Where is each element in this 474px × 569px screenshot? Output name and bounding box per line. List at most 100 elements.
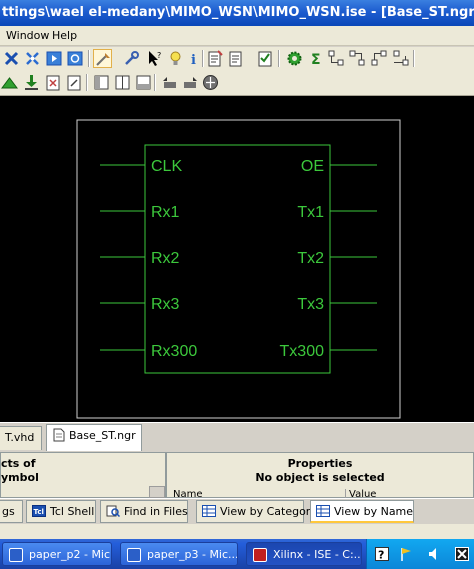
toolbar-separator (88, 50, 90, 67)
toolbar-separator (278, 50, 280, 67)
menu-window[interactable]: Window (6, 29, 49, 42)
svg-text:Σ: Σ (311, 52, 321, 68)
flag-icon[interactable] (399, 546, 413, 562)
port-label-right: Tx2 (297, 250, 324, 267)
xilinx-icon (253, 548, 267, 562)
port-label-left: Rx300 (151, 343, 197, 360)
checklist-icon[interactable] (256, 49, 275, 68)
audio-icon[interactable] (427, 546, 441, 562)
toolbar-separator (86, 74, 88, 91)
windows-taskbar: paper_p2 - Mic... paper_p3 - Mic... Xili… (0, 539, 474, 569)
tab-view-by-category[interactable]: View by Category (196, 500, 317, 523)
download-icon[interactable] (22, 73, 41, 92)
toolbar-separator (154, 74, 156, 91)
x-icon[interactable] (455, 546, 469, 562)
tab-tcl-shell[interactable]: Tcl Tcl Shell (26, 500, 96, 523)
tile-bottom-icon[interactable] (134, 73, 153, 92)
properties-title: Properties (287, 457, 353, 470)
window-title: ttings\wael el-medany\MIMO_WSN\MIMO_WSN.… (2, 5, 474, 20)
taskbar-button-paper-p2[interactable]: paper_p2 - Mic... (2, 542, 112, 566)
tab-label: View by Category (220, 505, 317, 518)
upload-icon[interactable] (0, 73, 19, 92)
tab-label: Tcl Shell (50, 505, 95, 518)
menu-help[interactable]: Help (52, 29, 77, 42)
taskbar-button-xilinx-ise[interactable]: Xilinx - ISE - C:... (246, 542, 362, 566)
hierarchy-pop-icon[interactable] (392, 49, 411, 68)
menu-bar: Window Help (0, 26, 474, 46)
panel-heading-line-2: ymbol (1, 471, 39, 484)
port-label-left: Rx1 (151, 204, 180, 221)
status-area (0, 524, 474, 539)
objects-panel: cts of ymbol (0, 452, 166, 498)
tab-logs[interactable]: gs (0, 500, 23, 523)
file-icon (53, 428, 65, 442)
scrollbar[interactable] (149, 486, 165, 498)
console-tab-strip: gs Tcl Tcl Shell Find in Files View by C… (0, 498, 474, 524)
tab-label: Find in Files (124, 505, 188, 518)
taskbar-button-paper-p3[interactable]: paper_p3 - Mic... (120, 542, 238, 566)
tab-label: T.vhd (5, 431, 35, 444)
document-edit-icon[interactable] (206, 49, 225, 68)
table-icon (202, 503, 216, 517)
properties-panel: Properties No object is selected Name Va… (166, 452, 474, 499)
hierarchy-down-icon[interactable] (348, 49, 367, 68)
port-label-right: Tx3 (297, 296, 324, 313)
port-label-left: Rx3 (151, 296, 180, 313)
select-help-icon[interactable]: ? (145, 49, 164, 68)
word-icon (9, 548, 23, 562)
tab-base-st-ngr[interactable]: Base_ST.ngr (46, 424, 142, 451)
table-icon (316, 503, 330, 517)
svg-text:?: ? (378, 549, 384, 562)
document-list-icon[interactable] (226, 49, 245, 68)
word-icon (127, 548, 141, 562)
tab-label: View by Name (334, 505, 414, 518)
pointer-tool-icon[interactable] (93, 49, 112, 68)
toolbar-separator (413, 50, 415, 67)
system-tray: ? (366, 539, 474, 569)
toolbar-top: ? i Σ (0, 47, 474, 71)
tab-find-in-files[interactable]: Find in Files (100, 500, 188, 523)
window-title-bar[interactable]: ttings\wael el-medany\MIMO_WSN\MIMO_WSN.… (0, 0, 474, 26)
schematic-symbol[interactable]: CLK Rx1 Rx2 Rx3 Rx300 OE Tx1 Tx2 Tx3 Tx300 (0, 96, 474, 422)
port-label-right: Tx1 (297, 204, 324, 221)
wrench-icon[interactable] (122, 49, 141, 68)
document-tab-strip: T.vhd Base_ST.ngr (0, 422, 474, 452)
cross-icon[interactable] (23, 49, 42, 68)
move-right-icon[interactable] (181, 73, 200, 92)
compare-icon[interactable] (44, 73, 63, 92)
tile-left-icon[interactable] (92, 73, 111, 92)
port-label-right: Tx300 (280, 343, 325, 360)
play-icon[interactable] (45, 49, 64, 68)
tab-label: gs (2, 505, 15, 518)
svg-text:?: ? (157, 51, 161, 60)
lightbulb-icon[interactable] (166, 49, 185, 68)
refresh-icon[interactable] (66, 49, 85, 68)
taskbar-label: paper_p3 - Mic... (147, 548, 238, 561)
toolbar-bottom (0, 71, 474, 96)
hierarchy-push-icon[interactable] (370, 49, 389, 68)
tab-label: Base_ST.ngr (69, 429, 136, 442)
gear-icon[interactable] (285, 49, 304, 68)
schematic-canvas[interactable]: CLK Rx1 Rx2 Rx3 Rx300 OE Tx1 Tx2 Tx3 Tx300 (0, 96, 474, 422)
tcl-icon: Tcl (32, 503, 46, 517)
svg-text:Tcl: Tcl (34, 508, 44, 516)
hierarchy-icon[interactable] (327, 49, 346, 68)
help-icon[interactable]: ? (375, 546, 389, 562)
tile-split-icon[interactable] (113, 73, 132, 92)
web-help-icon[interactable] (201, 73, 220, 92)
taskbar-label: paper_p2 - Mic... (29, 548, 112, 561)
svg-text:i: i (191, 53, 196, 68)
toolbar-separator (202, 50, 204, 67)
move-left-icon[interactable] (160, 73, 179, 92)
port-label-left: CLK (151, 158, 182, 175)
tab-vhd[interactable]: T.vhd (0, 426, 42, 450)
taskbar-label: Xilinx - ISE - C:... (273, 548, 362, 561)
panel-heading-line-1: cts of (1, 457, 36, 470)
sigma-icon[interactable]: Σ (307, 49, 326, 68)
find-icon (106, 503, 121, 518)
delete-icon[interactable] (2, 49, 21, 68)
diff-icon[interactable] (65, 73, 84, 92)
port-label-left: Rx2 (151, 250, 180, 267)
properties-status: No object is selected (255, 471, 385, 484)
tab-view-by-name[interactable]: View by Name (310, 500, 414, 523)
